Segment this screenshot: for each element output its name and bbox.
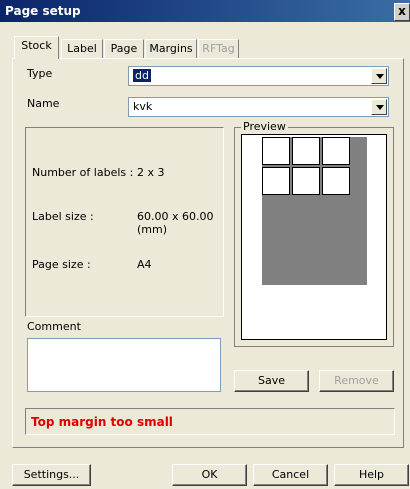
preview-label-cell	[292, 167, 320, 195]
tab-label[interactable]: Label	[61, 39, 103, 58]
preview-label-cell	[262, 137, 290, 165]
ok-button[interactable]: OK	[172, 464, 247, 486]
status-box: Top margin too small	[25, 408, 395, 435]
type-select[interactable]: dd	[128, 66, 389, 86]
chevron-down-icon[interactable]	[371, 68, 387, 84]
preview-label-cell	[322, 137, 350, 165]
title-bar: Page setup x	[0, 0, 410, 22]
label-size-label: Label size :	[32, 210, 94, 223]
tab-stock[interactable]: Stock	[14, 36, 59, 59]
tab-margins[interactable]: Margins	[145, 39, 197, 58]
name-label: Name	[27, 97, 60, 110]
type-value: dd	[133, 69, 151, 82]
comment-label: Comment	[27, 320, 81, 333]
label-size-value: 60.00 x 60.00 (mm)	[137, 210, 214, 236]
preview-label-cell	[322, 167, 350, 195]
preview-label-cell	[262, 167, 290, 195]
preview-label: Preview	[241, 120, 288, 133]
settings-button[interactable]: Settings...	[12, 464, 91, 486]
status-message: Top margin too small	[31, 415, 173, 429]
cancel-button[interactable]: Cancel	[253, 464, 328, 486]
save-button[interactable]: Save	[234, 370, 309, 392]
page-size-value: A4	[137, 258, 152, 271]
name-value: kvk	[133, 100, 153, 113]
remove-button: Remove	[319, 370, 394, 392]
preview-label-cell	[292, 137, 320, 165]
chevron-down-icon[interactable]	[371, 99, 387, 115]
type-label: Type	[27, 67, 53, 80]
help-button[interactable]: Help	[334, 464, 409, 486]
tab-page[interactable]: Page	[104, 39, 144, 58]
page-size-label: Page size :	[32, 258, 91, 271]
tab-rftag: RFTag	[198, 39, 239, 58]
close-icon[interactable]: x	[394, 3, 410, 21]
number-of-labels-label: Number of labels :	[32, 166, 134, 179]
name-select[interactable]: kvk	[128, 97, 389, 117]
comment-field[interactable]	[27, 338, 221, 392]
number-of-labels-value: 2 x 3	[137, 166, 165, 179]
window-title: Page setup	[5, 4, 81, 18]
